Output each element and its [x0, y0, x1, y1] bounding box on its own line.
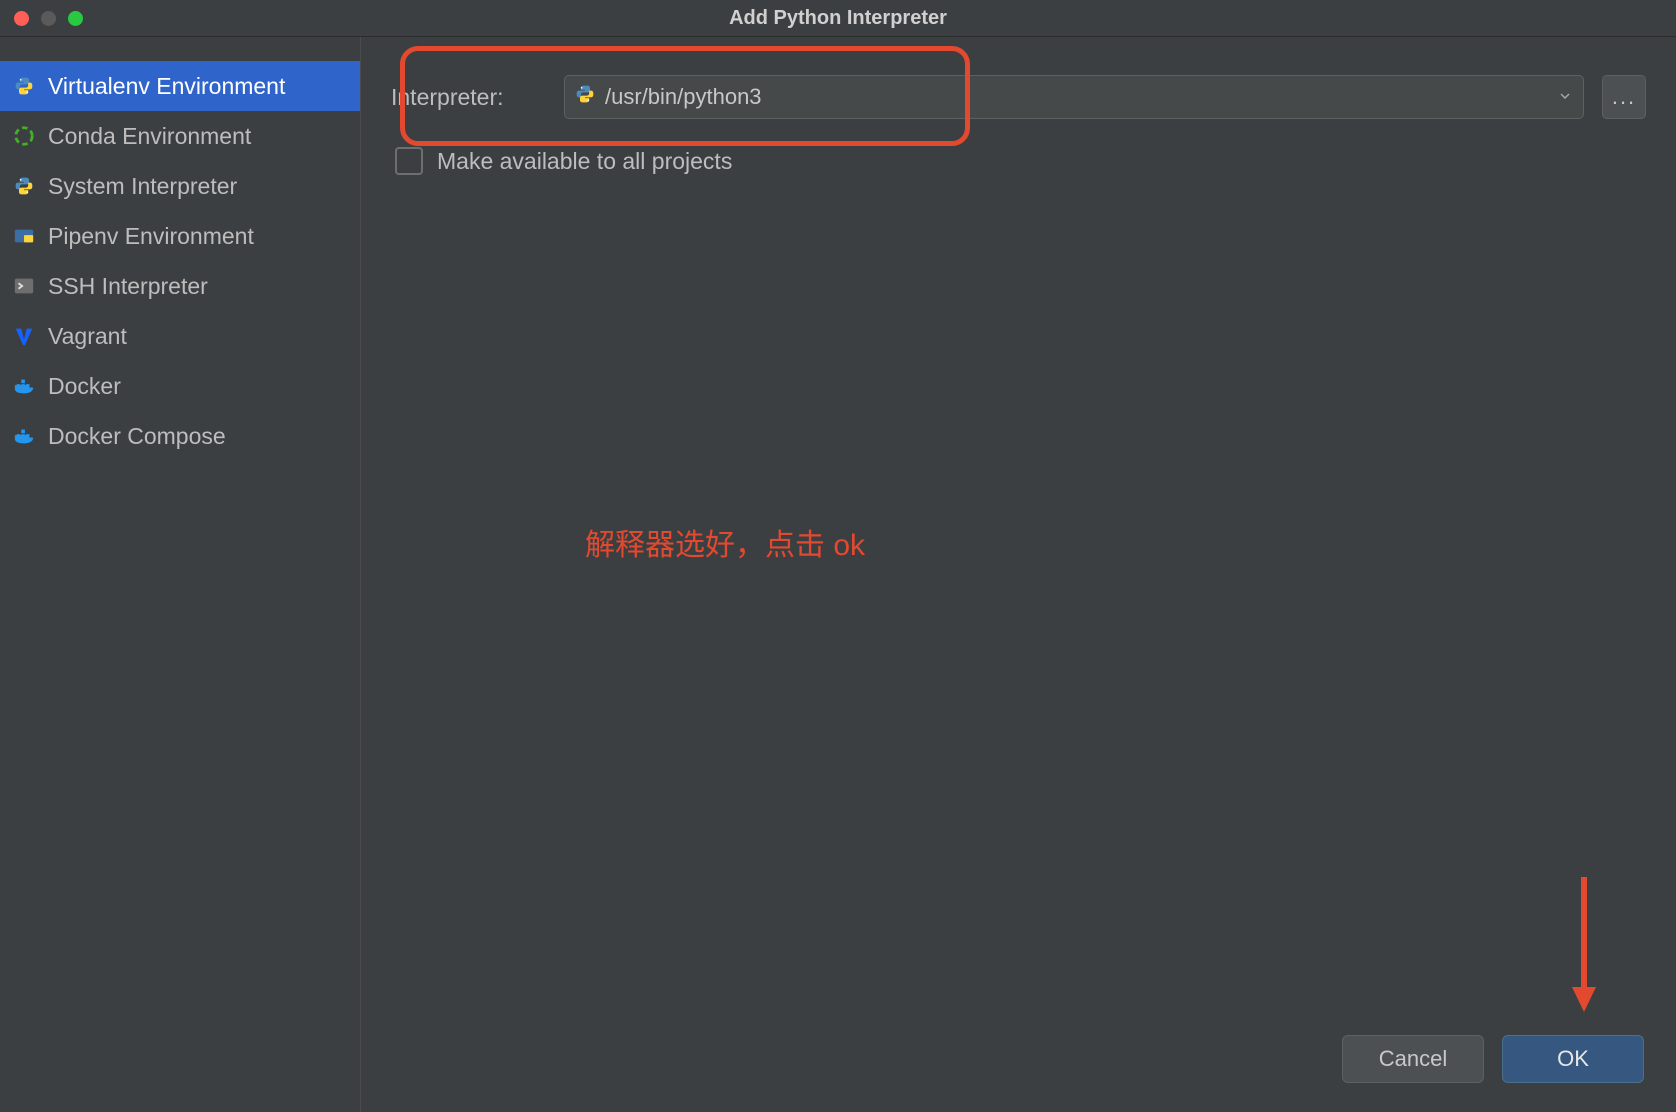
sidebar-item-system[interactable]: System Interpreter: [0, 161, 360, 211]
docker-icon: [12, 424, 36, 448]
window-title: Add Python Interpreter: [729, 7, 947, 30]
interpreter-row: Interpreter: /usr/bin/python3 ...: [391, 75, 1646, 119]
annotation-text: 解释器选好，点击 ok: [585, 520, 865, 564]
cancel-button[interactable]: Cancel: [1342, 1035, 1484, 1083]
conda-icon: [12, 124, 36, 148]
docker-icon: [12, 374, 36, 398]
sidebar-item-virtualenv[interactable]: Virtualenv Environment: [0, 61, 360, 111]
interpreter-select[interactable]: /usr/bin/python3: [564, 75, 1584, 119]
python-icon: [12, 174, 36, 198]
sidebar-item-label: Pipenv Environment: [48, 223, 254, 250]
ssh-icon: [12, 274, 36, 298]
close-window-button[interactable]: [14, 11, 29, 26]
sidebar-item-label: SSH Interpreter: [48, 273, 208, 300]
maximize-window-button[interactable]: [68, 11, 83, 26]
interpreter-type-sidebar: Virtualenv Environment Conda Environment…: [0, 37, 361, 1112]
sidebar-item-label: Docker Compose: [48, 423, 226, 450]
sidebar-item-docker[interactable]: Docker: [0, 361, 360, 411]
sidebar-item-label: Vagrant: [48, 323, 127, 350]
main-panel: Interpreter: /usr/bin/python3 ... Make a…: [361, 37, 1676, 1112]
browse-interpreter-button[interactable]: ...: [1602, 75, 1646, 119]
dialog-footer: Cancel OK: [1342, 1035, 1644, 1083]
sidebar-item-label: Virtualenv Environment: [48, 73, 285, 100]
make-available-row: Make available to all projects: [395, 147, 1646, 175]
python-icon: [12, 74, 36, 98]
vagrant-icon: [12, 324, 36, 348]
annotation-arrow-icon: [1564, 877, 1604, 1022]
ok-button[interactable]: OK: [1502, 1035, 1644, 1083]
make-available-label: Make available to all projects: [437, 148, 732, 175]
pipenv-icon: [12, 224, 36, 248]
sidebar-item-label: System Interpreter: [48, 173, 237, 200]
interpreter-value: /usr/bin/python3: [605, 84, 762, 110]
minimize-window-button[interactable]: [41, 11, 56, 26]
interpreter-label: Interpreter:: [391, 84, 546, 111]
sidebar-item-label: Conda Environment: [48, 123, 251, 150]
sidebar-item-label: Docker: [48, 373, 121, 400]
chevron-down-icon: [1557, 84, 1573, 110]
sidebar-item-ssh[interactable]: SSH Interpreter: [0, 261, 360, 311]
window-controls: [0, 11, 83, 26]
dialog-body: Virtualenv Environment Conda Environment…: [0, 37, 1676, 1112]
sidebar-item-pipenv[interactable]: Pipenv Environment: [0, 211, 360, 261]
python-icon: [575, 84, 595, 110]
sidebar-item-docker-compose[interactable]: Docker Compose: [0, 411, 360, 461]
sidebar-item-conda[interactable]: Conda Environment: [0, 111, 360, 161]
sidebar-item-vagrant[interactable]: Vagrant: [0, 311, 360, 361]
titlebar: Add Python Interpreter: [0, 0, 1676, 37]
make-available-checkbox[interactable]: [395, 147, 423, 175]
